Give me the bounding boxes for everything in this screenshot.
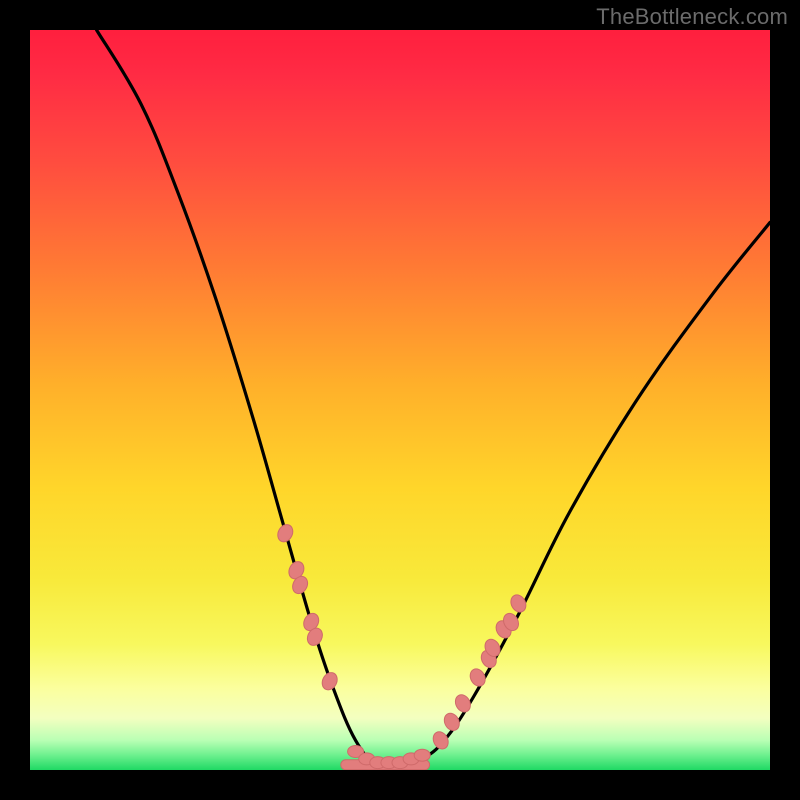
outer-frame: TheBottleneck.com bbox=[0, 0, 800, 800]
watermark-text: TheBottleneck.com bbox=[596, 4, 788, 30]
data-marker bbox=[414, 749, 430, 761]
plot-svg bbox=[30, 30, 770, 770]
gradient-background bbox=[30, 30, 770, 770]
